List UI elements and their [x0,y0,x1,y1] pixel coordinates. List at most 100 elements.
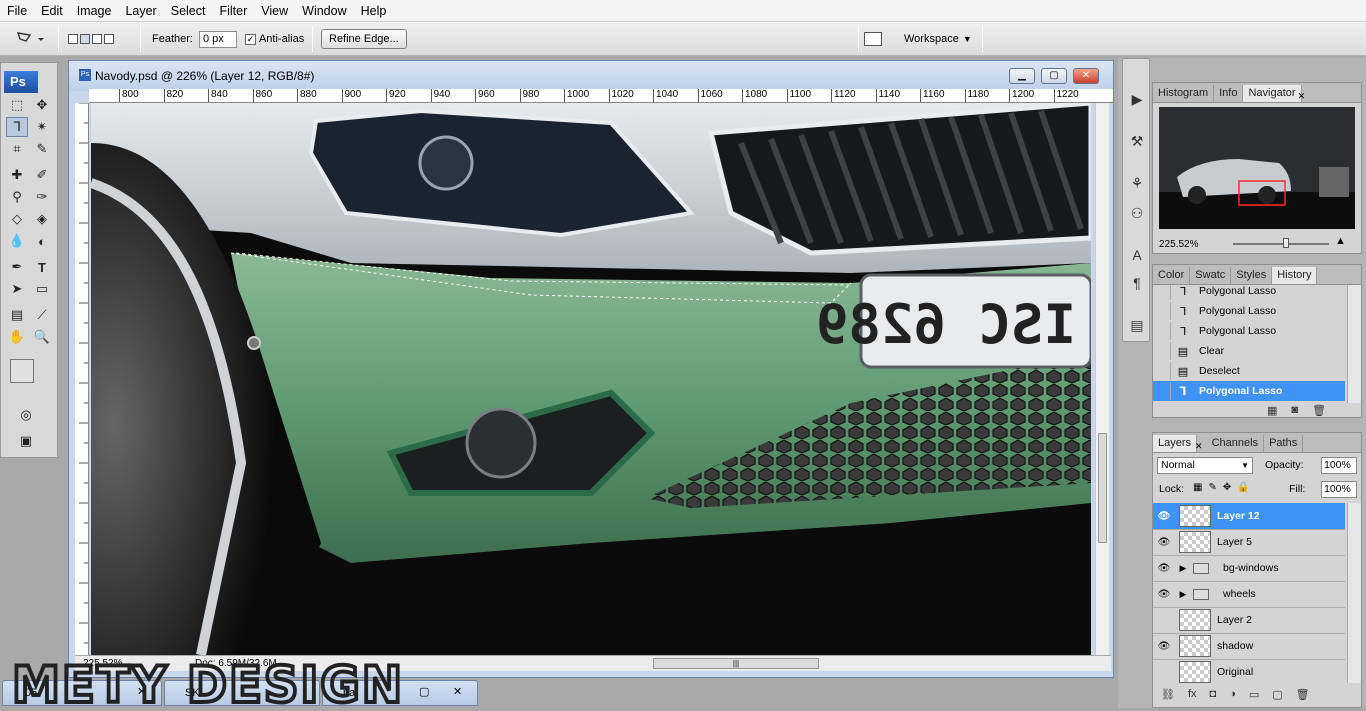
history-snapshot-box[interactable] [1153,382,1171,400]
restore-icon[interactable]: ▢ [419,685,429,698]
history-item[interactable]: ▤ Deselect [1153,361,1345,381]
foreground-color-swatch[interactable] [10,359,34,383]
paint-bucket-icon[interactable]: ◈ [31,209,53,229]
document-titlebar[interactable]: Ps Navody.psd @ 226% (Layer 12, RGB/8#) … [69,61,1113,91]
layers-scrollbar[interactable] [1347,503,1361,683]
history-snapshot-box[interactable] [1153,342,1171,360]
subtract-selection-button[interactable] [92,34,102,44]
history-item[interactable]: ▤ Clear [1153,341,1345,361]
tab-info[interactable]: Info [1214,85,1244,102]
maximize-icon[interactable]: ▢ [1041,68,1067,84]
history-snapshot-box[interactable] [1153,285,1171,300]
intersect-selection-button[interactable] [104,34,114,44]
crop-tool-icon[interactable]: ⌗ [6,139,28,159]
visibility-eye-icon[interactable]: 👁 [1153,641,1175,652]
close-icon[interactable]: ✕ [1073,68,1099,84]
character-panel-icon[interactable]: A [1127,245,1147,265]
new-group-icon[interactable]: ▭ [1249,688,1259,701]
history-item[interactable]: ᒣ Polygonal Lasso [1153,321,1345,341]
lock-icons[interactable]: ▦✎✥🔒 [1193,482,1256,493]
history-brush-icon[interactable]: ✑ [31,187,53,207]
history-snapshot-box[interactable] [1153,362,1171,380]
menu-view[interactable]: View [254,0,295,22]
history-snapshot-box[interactable] [1153,322,1171,340]
paragraph-panel-icon[interactable]: ¶ [1127,273,1147,293]
new-selection-button[interactable] [68,34,78,44]
tab-channels[interactable]: Channels [1207,435,1265,452]
disclosure-triangle-icon[interactable]: ▶ [1177,589,1189,600]
navigator-zoom[interactable]: 225.52% [1159,239,1198,250]
tab-navigator[interactable]: Navigator [1243,85,1302,102]
tool-preset-picker[interactable] [14,22,44,56]
new-snapshot-icon[interactable]: ◙ [1291,404,1298,416]
menu-window[interactable]: Window [295,0,353,22]
vertical-scrollbar[interactable] [1095,103,1109,655]
blur-tool-icon[interactable]: 💧 [6,231,28,251]
visibility-eye-icon[interactable]: 👁 [1153,511,1175,522]
navigator-slider-handle[interactable] [1283,238,1289,248]
workspace-menu[interactable]: Workspace [904,33,959,45]
brushes-panel-icon[interactable]: ⚘ [1127,173,1147,193]
stamp-tool-icon[interactable]: ⚲ [6,187,28,207]
zoom-tool-icon[interactable]: 🔍 [31,327,53,347]
blend-mode-select[interactable]: Normal ▼ [1157,457,1253,474]
tab-paths[interactable]: Paths [1264,435,1304,452]
zoom-in-icon[interactable]: ▲ [1335,235,1346,247]
adjustment-layer-icon[interactable]: ◑ [1229,688,1236,700]
image-canvas[interactable]: ISC 6289 [91,103,1091,655]
clone-source-icon[interactable]: ⚇ [1127,203,1147,223]
fill-input[interactable]: 100% [1321,481,1357,498]
new-layer-icon[interactable]: ▢ [1272,688,1282,701]
layer-row[interactable]: 👁 ▶ bg-windows [1153,555,1345,582]
close-tab-icon[interactable]: ✕ [1298,91,1306,102]
layer-row[interactable]: Original [1153,659,1345,683]
workspace-icon[interactable] [864,32,882,46]
move-tool-icon[interactable]: ✥ [31,95,53,115]
notes-tool-icon[interactable]: ▤ [6,305,28,325]
layer-row[interactable]: 👁 shadow [1153,633,1345,660]
menu-filter[interactable]: Filter [212,0,254,22]
menu-layer[interactable]: Layer [118,0,163,22]
close-icon[interactable]: ✕ [453,685,462,698]
history-scrollbar[interactable] [1347,285,1361,403]
brush-tool-icon[interactable]: ✐ [31,165,53,185]
layer-row[interactable]: Layer 2 [1153,607,1345,634]
eraser-tool-icon[interactable]: ◇ [6,209,28,229]
delete-layer-icon[interactable]: 🗑 [1296,688,1310,701]
hand-tool-icon[interactable]: ✋ [6,327,28,347]
menu-edit[interactable]: Edit [34,0,70,22]
layer-comps-icon[interactable]: ▤ [1127,315,1147,335]
menu-help[interactable]: Help [354,0,394,22]
antialias-checkbox[interactable]: ✓ [244,33,256,45]
layer-row[interactable]: 👁 Layer 5 [1153,529,1345,556]
visibility-eye-icon[interactable]: 👁 [1153,537,1175,548]
tab-styles[interactable]: Styles [1231,267,1273,284]
minimize-icon[interactable]: ▁ [1009,68,1035,84]
history-item[interactable]: ᒣ Polygonal Lasso [1153,381,1345,401]
layer-row[interactable]: 👁 ▶ wheels [1153,581,1345,608]
feather-input[interactable]: 0 px [198,30,237,48]
link-layers-icon[interactable]: ⛓ [1161,688,1175,701]
visibility-eye-icon[interactable]: 👁 [1153,589,1175,600]
dodge-tool-icon[interactable]: ◐ [31,231,53,251]
tab-histogram[interactable]: Histogram [1153,85,1215,102]
menu-select[interactable]: Select [164,0,213,22]
close-tab-icon[interactable]: ✕ [1195,441,1203,452]
tab-swatches[interactable]: Swatc [1190,267,1232,284]
menu-image[interactable]: Image [70,0,119,22]
add-selection-button[interactable] [80,34,90,44]
opacity-input[interactable]: 100% [1321,457,1357,474]
shape-tool-icon[interactable]: ▭ [31,279,53,299]
path-selection-icon[interactable]: ➤ [6,279,28,299]
pen-tool-icon[interactable]: ✒ [6,257,28,277]
eyedropper-tool-icon[interactable]: ⟋ [31,305,53,325]
disclosure-triangle-icon[interactable]: ▶ [1177,563,1189,574]
tab-layers[interactable]: Layers [1153,435,1198,452]
navigator-thumbnail[interactable] [1159,107,1355,229]
horizontal-scroll-thumb[interactable]: ||| [653,658,819,669]
layer-style-icon[interactable]: fx [1188,688,1197,700]
type-tool-icon[interactable]: T [31,257,53,277]
history-item[interactable]: ᒣ Polygonal Lasso [1153,301,1345,321]
history-item[interactable]: ᒣ Polygonal Lasso [1153,285,1345,301]
tab-color[interactable]: Color [1153,267,1191,284]
